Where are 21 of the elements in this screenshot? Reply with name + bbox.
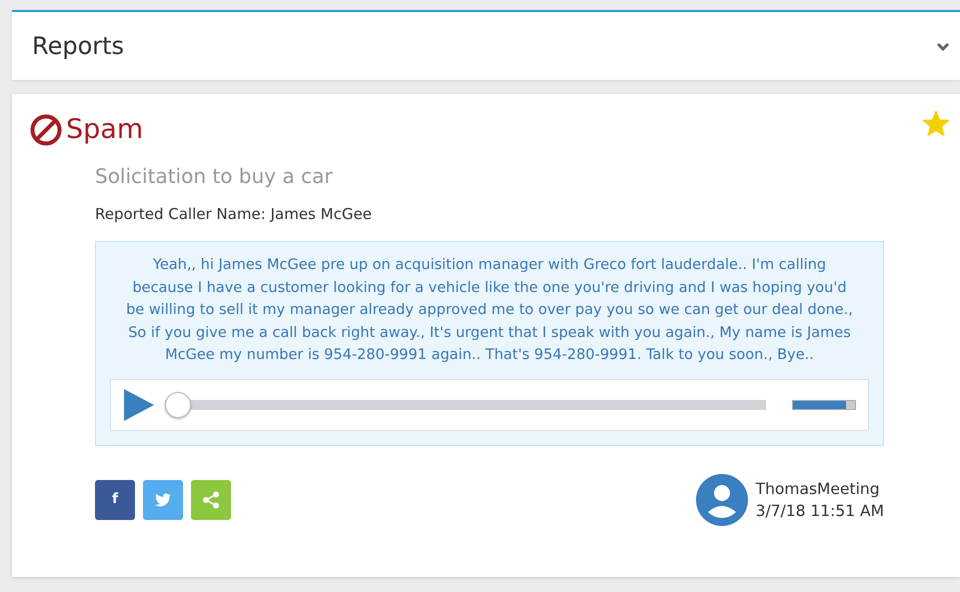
volume-track[interactable] xyxy=(792,400,856,410)
prohibited-icon xyxy=(30,114,62,146)
share-button[interactable] xyxy=(191,480,231,520)
bird-icon xyxy=(155,492,171,506)
play-icon[interactable] xyxy=(123,388,155,422)
report-timestamp: 3/7/18 11:51 AM xyxy=(756,500,884,522)
author-name: ThomasMeeting xyxy=(756,478,881,500)
reports-panel-header[interactable]: Reports xyxy=(12,10,960,80)
facebook-button[interactable]: f xyxy=(95,480,135,520)
panel-title: Reports xyxy=(32,31,124,62)
star-icon[interactable] xyxy=(922,110,950,138)
share-icon xyxy=(202,490,220,508)
transcript-text: Yeah,, hi James McGee pre up on acquisition manager with Greco fort lauderdale.. I'm calling because I have a customer looking for a vehicle like the one you're driving and I was hoping you'd be willing to sell it my manager already approved me to over pay you so we can get our deal done., So if you give me a call back right away., It's urgent that I speak with you again., My name is James McGee my number is 954-280-9991 again.. That's 954-280-9991. Talk to you soon., Bye.. xyxy=(126,256,853,365)
caller-name: Reported Caller Name: James McGee xyxy=(95,204,373,224)
seek-handle[interactable] xyxy=(165,392,191,418)
avatar-icon xyxy=(696,474,748,526)
twitter-button[interactable] xyxy=(143,480,183,520)
report-subject: Solicitation to buy a car xyxy=(95,162,334,190)
chevron-down-icon[interactable] xyxy=(936,42,950,52)
seek-slider[interactable] xyxy=(165,392,766,418)
report-category: Spam xyxy=(66,113,144,147)
